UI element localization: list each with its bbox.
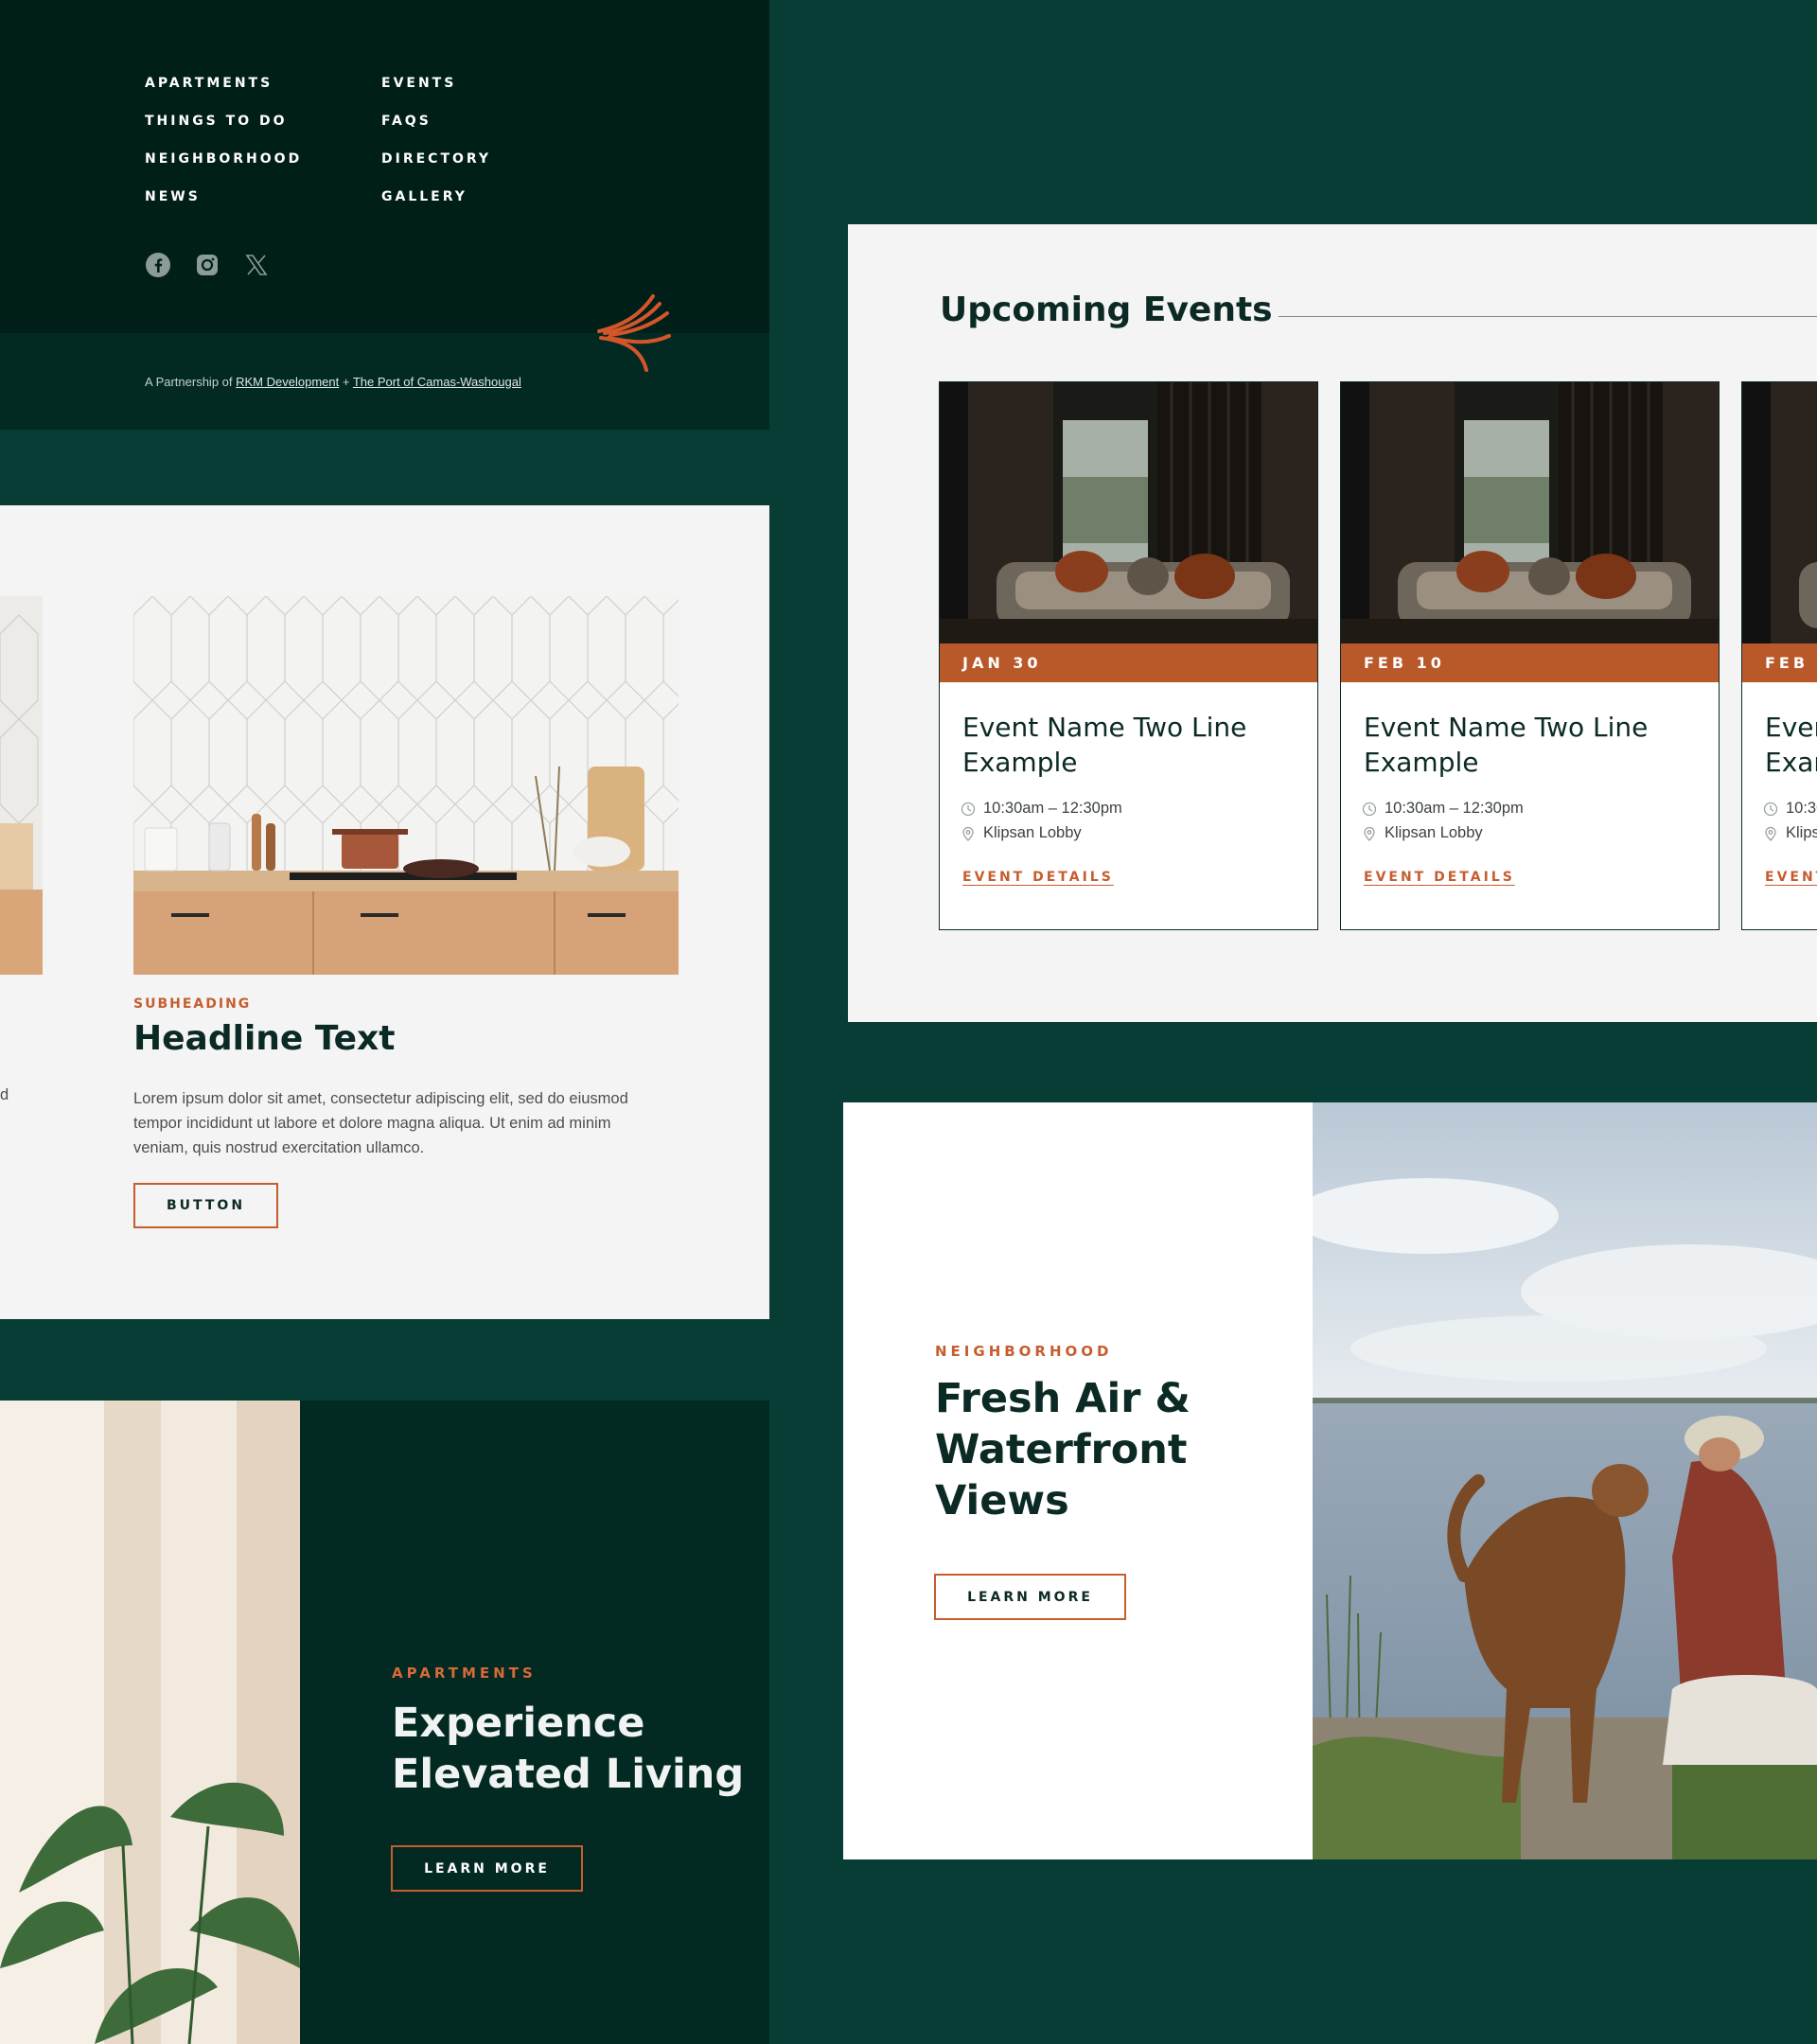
footer-link-faqs[interactable]: FAQS xyxy=(381,114,432,129)
card-button[interactable]: BUTTON xyxy=(133,1183,278,1228)
event-card[interactable]: FEB 10 Event Name Two Line Example 10:30… xyxy=(1340,381,1720,930)
event-photo xyxy=(940,382,1317,643)
event-card[interactable]: FEB Event Name Two Line Example 10:30am … xyxy=(1741,381,1817,930)
footer-link-events[interactable]: EVENTS xyxy=(381,76,456,91)
footer-link-directory[interactable]: DIRECTORY xyxy=(381,151,491,167)
footer-link-neighborhood[interactable]: NEIGHBORHOOD xyxy=(145,151,302,167)
location-pin-icon xyxy=(961,826,976,841)
footer-link-gallery[interactable]: GALLERY xyxy=(381,189,467,204)
apartments-subheading: APARTMENTS xyxy=(392,1665,537,1682)
event-time-text: 10:30am – 12:30pm xyxy=(1786,800,1817,817)
partner-link-rkm[interactable]: RKM Development xyxy=(236,375,339,389)
event-date: FEB xyxy=(1742,643,1817,682)
event-time: 10:30am – 12:30pm xyxy=(961,800,1122,818)
event-location-text: Klipsan Lobby xyxy=(1786,824,1817,841)
event-date: JAN 30 xyxy=(940,643,1317,682)
footer-link-news[interactable]: NEWS xyxy=(145,189,201,204)
event-time-text: 10:30am – 12:30pm xyxy=(983,800,1122,817)
brand-logo-icon xyxy=(591,289,677,374)
social-links xyxy=(145,252,270,278)
card-headline: Headline Text xyxy=(133,1019,396,1058)
events-divider xyxy=(1279,316,1817,317)
cut-body-text: d xyxy=(0,1086,9,1103)
apartments-image xyxy=(0,1401,300,2044)
event-time-text: 10:30am – 12:30pm xyxy=(1385,800,1524,817)
neighborhood-learn-more-button[interactable]: LEARN MORE xyxy=(934,1574,1126,1620)
location-pin-icon xyxy=(1362,826,1377,841)
event-time: 10:30am – 12:30pm xyxy=(1362,800,1524,818)
event-location: Klipsan Lobby xyxy=(1763,824,1817,842)
footer-link-apartments[interactable]: APARTMENTS xyxy=(145,76,273,91)
neighborhood-subheading: NEIGHBORHOOD xyxy=(935,1343,1113,1360)
partner-prefix: A Partnership of xyxy=(145,375,233,389)
apartments-title: Experience Elevated Living xyxy=(392,1700,745,1798)
neighborhood-title: Fresh Air & Waterfront Views xyxy=(935,1375,1191,1524)
partnership-text: A Partnership of RKM Development + The P… xyxy=(145,375,521,389)
site-footer: APARTMENTS THINGS TO DO NEIGHBORHOOD NEW… xyxy=(0,0,769,430)
card-body-text: Lorem ipsum dolor sit amet, consectetur … xyxy=(133,1090,628,1156)
partial-image xyxy=(0,596,43,975)
event-location: Klipsan Lobby xyxy=(1362,824,1483,842)
apartments-learn-more-button[interactable]: LEARN MORE xyxy=(391,1845,583,1892)
clock-icon xyxy=(1763,802,1778,817)
event-photo xyxy=(1742,382,1817,643)
kitchen-image xyxy=(133,596,679,975)
event-name: Event Name Two Line Example xyxy=(962,712,1247,778)
footer-top xyxy=(0,0,769,333)
event-location-text: Klipsan Lobby xyxy=(983,824,1082,841)
events-title: Upcoming Events xyxy=(940,291,1273,329)
neighborhood-image xyxy=(1313,1102,1817,1859)
event-location: Klipsan Lobby xyxy=(961,824,1082,842)
content-card-panel: d SUBHEADING Headline Text Lorem ipsum d… xyxy=(0,505,769,1319)
event-location-text: Klipsan Lobby xyxy=(1385,824,1483,841)
event-details-link[interactable]: EVENT DETAILS xyxy=(1364,870,1515,885)
event-name: Event Name Two Line Example xyxy=(1364,712,1649,778)
event-details-link[interactable]: EVENT DETAILS xyxy=(1765,870,1817,885)
clock-icon xyxy=(961,802,976,817)
x-icon[interactable] xyxy=(243,252,270,278)
footer-link-things-to-do[interactable]: THINGS TO DO xyxy=(145,114,288,129)
event-card[interactable]: JAN 30 Event Name Two Line Example 10:30… xyxy=(939,381,1318,930)
facebook-icon[interactable] xyxy=(145,252,171,278)
partner-separator: + xyxy=(342,375,350,389)
instagram-icon[interactable] xyxy=(194,252,221,278)
event-details-link[interactable]: EVENT DETAILS xyxy=(962,870,1114,885)
event-photo xyxy=(1341,382,1719,643)
event-name: Event Name Two Line Example xyxy=(1765,712,1817,778)
card-subheading: SUBHEADING xyxy=(133,996,252,1012)
clock-icon xyxy=(1362,802,1377,817)
location-pin-icon xyxy=(1763,826,1778,841)
upcoming-events-section: Upcoming Events JAN 30 Event Name Two Li… xyxy=(848,224,1817,1022)
event-time: 10:30am – 12:30pm xyxy=(1763,800,1817,818)
event-date: FEB 10 xyxy=(1341,643,1719,682)
partner-link-port[interactable]: The Port of Camas-Washougal xyxy=(353,375,521,389)
